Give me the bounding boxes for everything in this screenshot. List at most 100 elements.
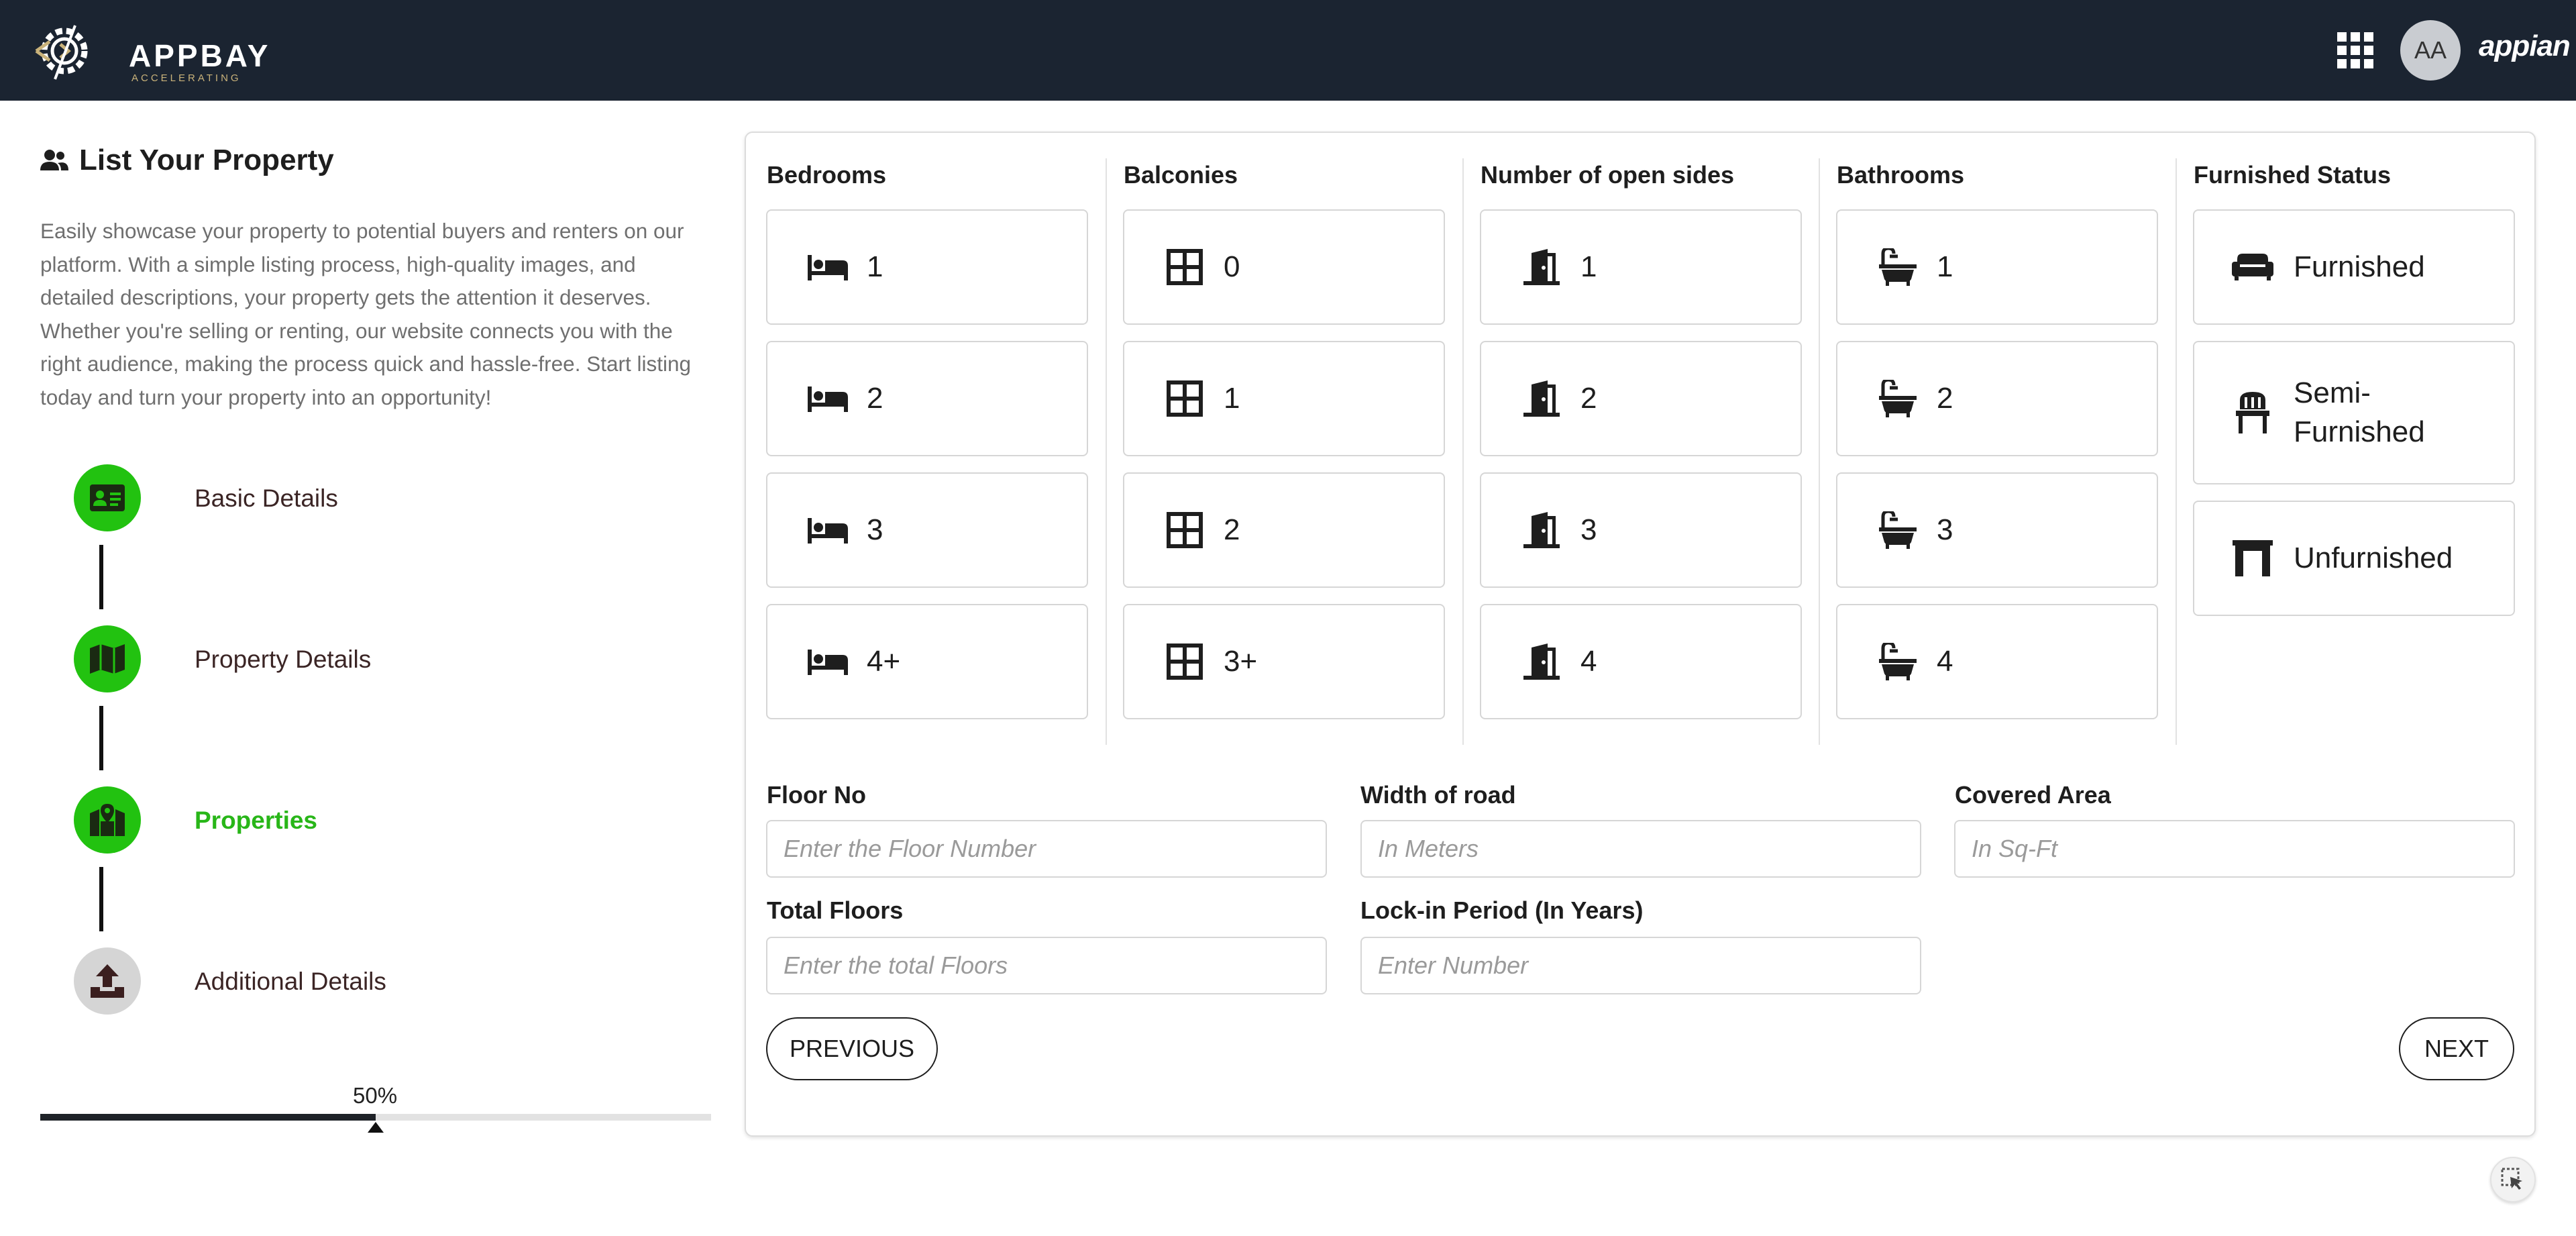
furnished-option[interactable]: Unfurnished [2193, 501, 2515, 616]
covered-area-input[interactable] [1954, 820, 2515, 878]
open-sides-option-value: 1 [1580, 250, 1597, 283]
furnished-option[interactable]: Semi- Furnished [2193, 341, 2515, 484]
step-additional-details-label[interactable]: Additional Details [195, 968, 386, 996]
user-avatar[interactable]: AA [2400, 20, 2461, 81]
balconies-option[interactable]: 3+ [1123, 604, 1445, 719]
bathrooms-option[interactable]: 1 [1836, 209, 2158, 325]
bedrooms-option-value: 3 [867, 513, 883, 546]
bathtub-icon [1876, 509, 1919, 552]
bedrooms-option-value: 1 [867, 250, 883, 283]
window-icon [1163, 640, 1206, 683]
bathrooms-option[interactable]: 3 [1836, 472, 2158, 588]
step-basic-details-circle[interactable] [74, 464, 141, 531]
step-additional-details-circle[interactable] [74, 947, 141, 1015]
step-basic-details-label[interactable]: Basic Details [195, 484, 338, 513]
covered-area-label: Covered Area [1955, 781, 2111, 809]
lock-in-period-label: Lock-in Period (In Years) [1360, 896, 1644, 924]
bedrooms-option[interactable]: 2 [766, 341, 1088, 456]
furnished-option-label: Furnished [2294, 250, 2425, 283]
empty-room-icon [2232, 537, 2273, 579]
furnished-option[interactable]: Furnished [2193, 209, 2515, 325]
step-properties-label[interactable]: Properties [195, 807, 317, 835]
page-title-text: List Your Property [79, 144, 334, 176]
logo-text: APPBAY [129, 38, 271, 73]
apps-grid-icon[interactable] [2337, 32, 2373, 68]
appbay-logo[interactable]: APPBAY ACCELERATING [27, 17, 268, 85]
bathrooms-option-value: 1 [1937, 250, 1953, 283]
window-icon [1163, 509, 1206, 552]
page-description: Easily showcase your property to potenti… [40, 219, 692, 409]
step-connector [99, 706, 103, 770]
balconies-option[interactable]: 0 [1123, 209, 1445, 325]
next-button[interactable]: NEXT [2399, 1017, 2514, 1080]
column-divider [1106, 158, 1107, 745]
balconies-option[interactable]: 2 [1123, 472, 1445, 588]
balconies-option-value: 2 [1224, 513, 1240, 546]
balconies-title: Balconies [1124, 161, 1238, 189]
column-divider [1462, 158, 1464, 745]
lock-in-period-input[interactable] [1360, 937, 1921, 994]
previous-button[interactable]: PREVIOUS [766, 1017, 938, 1080]
progress-marker [368, 1122, 384, 1133]
step-property-details-label[interactable]: Property Details [195, 646, 371, 674]
furnished-option-label: Unfurnished [2294, 542, 2453, 574]
total-floors-input[interactable] [766, 937, 1327, 994]
id-card-icon [90, 484, 125, 511]
bedrooms-title: Bedrooms [767, 161, 887, 189]
floor-no-input[interactable] [766, 820, 1327, 878]
balconies-option[interactable]: 1 [1123, 341, 1445, 456]
balconies-option-value: 3+ [1224, 645, 1258, 678]
open-sides-option-value: 3 [1580, 513, 1597, 546]
column-divider [1819, 158, 1820, 745]
bathrooms-option-value: 4 [1937, 645, 1953, 678]
open-sides-title: Number of open sides [1481, 161, 1735, 189]
bathtub-icon [1876, 640, 1919, 683]
appian-brand-logo: appian [2479, 30, 2571, 62]
open-sides-option-value: 4 [1580, 645, 1597, 678]
floor-no-label: Floor No [767, 781, 866, 809]
map-icon [90, 644, 125, 674]
step-properties-circle[interactable] [74, 786, 141, 854]
progress-bar-fill [40, 1114, 376, 1121]
bathrooms-option-value: 3 [1937, 513, 1953, 546]
bedrooms-option-value: 4+ [867, 645, 901, 678]
step-connector [99, 867, 103, 931]
width-of-road-input[interactable] [1360, 820, 1921, 878]
open-sides-option[interactable]: 4 [1480, 604, 1802, 719]
page-title: List Your Property [40, 144, 334, 177]
window-icon [1163, 246, 1206, 289]
sofa-icon [2232, 246, 2273, 288]
cursor-select-button[interactable] [2490, 1157, 2536, 1202]
bedrooms-option[interactable]: 3 [766, 472, 1088, 588]
bedrooms-option-value: 2 [867, 382, 883, 415]
bathrooms-option[interactable]: 2 [1836, 341, 2158, 456]
door-open-icon [1520, 509, 1563, 552]
door-open-icon [1520, 377, 1563, 420]
map-pin-icon [90, 804, 125, 836]
progress-bar [40, 1114, 711, 1121]
pointer-select-icon [2501, 1168, 2522, 1190]
logo-tagline: ACCELERATING [131, 72, 241, 84]
bed-icon [806, 640, 849, 683]
bathrooms-option[interactable]: 4 [1836, 604, 2158, 719]
door-open-icon [1520, 246, 1563, 289]
bed-icon [806, 509, 849, 552]
progress-percent: 50% [353, 1083, 398, 1108]
window-icon [1163, 377, 1206, 420]
balconies-option-value: 0 [1224, 250, 1240, 283]
furnished-option-label: Semi- Furnished [2294, 376, 2425, 448]
bedrooms-option[interactable]: 1 [766, 209, 1088, 325]
step-connector [99, 545, 103, 609]
bed-icon [806, 377, 849, 420]
upload-icon [91, 964, 124, 998]
step-property-details-circle[interactable] [74, 625, 141, 692]
bedrooms-option[interactable]: 4+ [766, 604, 1088, 719]
open-sides-option[interactable]: 1 [1480, 209, 1802, 325]
open-sides-option[interactable]: 2 [1480, 341, 1802, 456]
gear-code-icon [35, 25, 88, 80]
bathrooms-title: Bathrooms [1837, 161, 1965, 189]
open-sides-option[interactable]: 3 [1480, 472, 1802, 588]
balconies-option-value: 1 [1224, 382, 1240, 415]
bathtub-icon [1876, 246, 1919, 289]
chair-icon [2232, 392, 2273, 433]
